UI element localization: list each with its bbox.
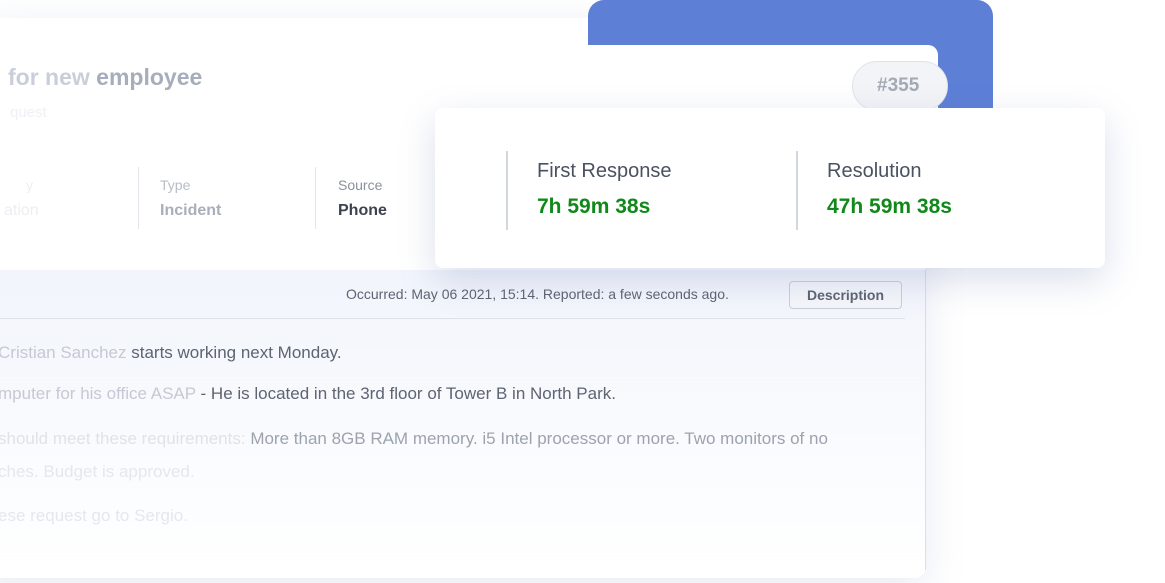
sla-divider — [506, 151, 508, 230]
meta-type-value: Incident — [160, 202, 222, 219]
description-line: mputer for his office ASAP - He is locat… — [0, 384, 616, 404]
meta-source-value: Phone — [338, 202, 387, 219]
tab-description[interactable]: Description — [789, 281, 902, 309]
resolution-value: 47h 59m 38s — [827, 195, 952, 218]
description-line-faded: mputer for his office ASAP — [0, 384, 196, 403]
meta-type-label: Type — [160, 177, 191, 193]
ticket-title-prefix: for new — [8, 64, 90, 90]
description-line-text: - He is located in the 3rd floor of Towe… — [195, 384, 616, 403]
divider — [0, 318, 905, 319]
description-line-text: More than 8GB RAM memory. i5 Intel proce… — [245, 429, 828, 448]
ticket-number-badge: #355 — [852, 61, 948, 111]
screen: for new employee quest y ation Type Inci… — [0, 0, 1165, 583]
ticket-title: for new employee — [8, 64, 202, 91]
description-line-faded: should meet these requirements: — [0, 429, 246, 448]
first-response-label: First Response — [537, 160, 672, 182]
meta-first-label: y — [26, 177, 33, 193]
description-line: ches. Budget is approved. — [0, 462, 195, 481]
meta-divider — [315, 167, 316, 229]
description-line: ese request go to Sergio. — [0, 506, 188, 525]
first-response-value: 7h 59m 38s — [537, 195, 651, 218]
ticket-subtitle: quest — [10, 104, 47, 121]
meta-first-value: ation — [4, 202, 39, 219]
description-line: Cristian Sanchez starts working next Mon… — [0, 343, 342, 363]
occurred-text: Occurred: May 06 2021, 15:14. Reported: … — [346, 286, 729, 302]
sla-divider — [796, 151, 798, 230]
sla-card: First Response 7h 59m 38s Resolution 47h… — [435, 108, 1105, 268]
meta-source-label: Source — [338, 177, 383, 193]
description-line-text: starts working next Monday. — [126, 343, 342, 362]
resolution-label: Resolution — [827, 160, 922, 182]
description-line-faded: Cristian Sanchez — [0, 343, 127, 362]
description-line: should meet these requirements: More tha… — [0, 429, 828, 449]
ticket-title-main: employee — [96, 64, 203, 90]
meta-divider — [138, 167, 139, 229]
